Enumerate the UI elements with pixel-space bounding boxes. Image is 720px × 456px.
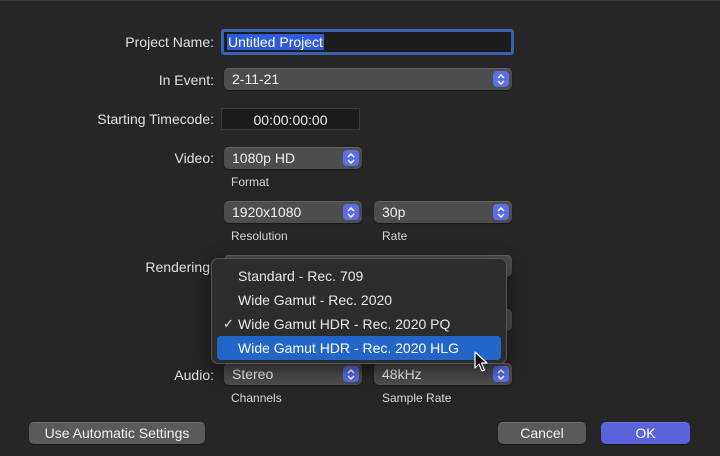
channels-popup[interactable]: Stereo (224, 363, 362, 385)
sample-rate-value: 48kHz (382, 366, 422, 382)
format-value: 1080p HD (232, 150, 296, 166)
arrow-cursor-icon (474, 351, 488, 372)
rate-popup[interactable]: 30p (374, 201, 512, 223)
resolution-popup[interactable]: 1920x1080 (224, 201, 362, 223)
menu-item-standard-rec709[interactable]: Standard - Rec. 709 (217, 264, 501, 288)
starting-timecode-field[interactable]: 00:00:00:00 (221, 108, 360, 130)
channels-caption: Channels (231, 391, 282, 405)
rate-value: 30p (382, 204, 406, 220)
use-automatic-settings-button[interactable]: Use Automatic Settings (29, 422, 205, 444)
resolution-value: 1920x1080 (232, 204, 302, 220)
in-event-popup[interactable]: 2-11-21 (224, 68, 512, 90)
audio-label: Audio: (174, 367, 214, 383)
in-event-value: 2-11-21 (232, 71, 280, 87)
new-project-dialog: Project Name: Untitled Project In Event:… (0, 0, 720, 456)
ok-button[interactable]: OK (601, 422, 690, 444)
cancel-button[interactable]: Cancel (498, 422, 586, 444)
checkmark-icon: ✓ (223, 316, 234, 331)
in-event-label: In Event: (158, 72, 214, 88)
up-down-chevron-icon (493, 366, 509, 382)
project-name-label: Project Name: (125, 34, 214, 50)
starting-timecode-label: Starting Timecode: (97, 111, 214, 127)
video-label: Video: (174, 150, 214, 166)
project-name-field[interactable]: Untitled Project (221, 29, 514, 55)
up-down-chevron-icon (493, 71, 509, 87)
project-name-selection: Untitled Project (227, 34, 324, 50)
format-popup[interactable]: 1080p HD (224, 147, 362, 169)
up-down-chevron-icon (343, 150, 359, 166)
format-caption: Format (231, 175, 270, 189)
sample-rate-caption: Sample Rate (382, 391, 452, 405)
color-space-menu: Standard - Rec. 709 Wide Gamut - Rec. 20… (211, 258, 507, 364)
menu-item-label: Wide Gamut - Rec. 2020 (238, 292, 393, 308)
menu-item-label: Standard - Rec. 709 (238, 268, 364, 284)
menu-item-wide-gamut-hdr-hlg[interactable]: Wide Gamut HDR - Rec. 2020 HLG (217, 336, 501, 360)
menu-item-wide-gamut-rec2020[interactable]: Wide Gamut - Rec. 2020 (217, 288, 501, 312)
up-down-chevron-icon (343, 366, 359, 382)
rate-caption: Rate (382, 229, 408, 243)
sample-rate-popup[interactable]: 48kHz (374, 363, 512, 385)
menu-item-wide-gamut-hdr-pq[interactable]: ✓ Wide Gamut HDR - Rec. 2020 PQ (217, 312, 501, 336)
menu-item-label: Wide Gamut HDR - Rec. 2020 HLG (238, 340, 459, 356)
up-down-chevron-icon (493, 204, 509, 220)
resolution-caption: Resolution (231, 229, 288, 243)
up-down-chevron-icon (343, 204, 359, 220)
channels-value: Stereo (232, 366, 274, 382)
menu-item-label: Wide Gamut HDR - Rec. 2020 PQ (238, 316, 451, 332)
rendering-label: Rendering (145, 259, 210, 275)
